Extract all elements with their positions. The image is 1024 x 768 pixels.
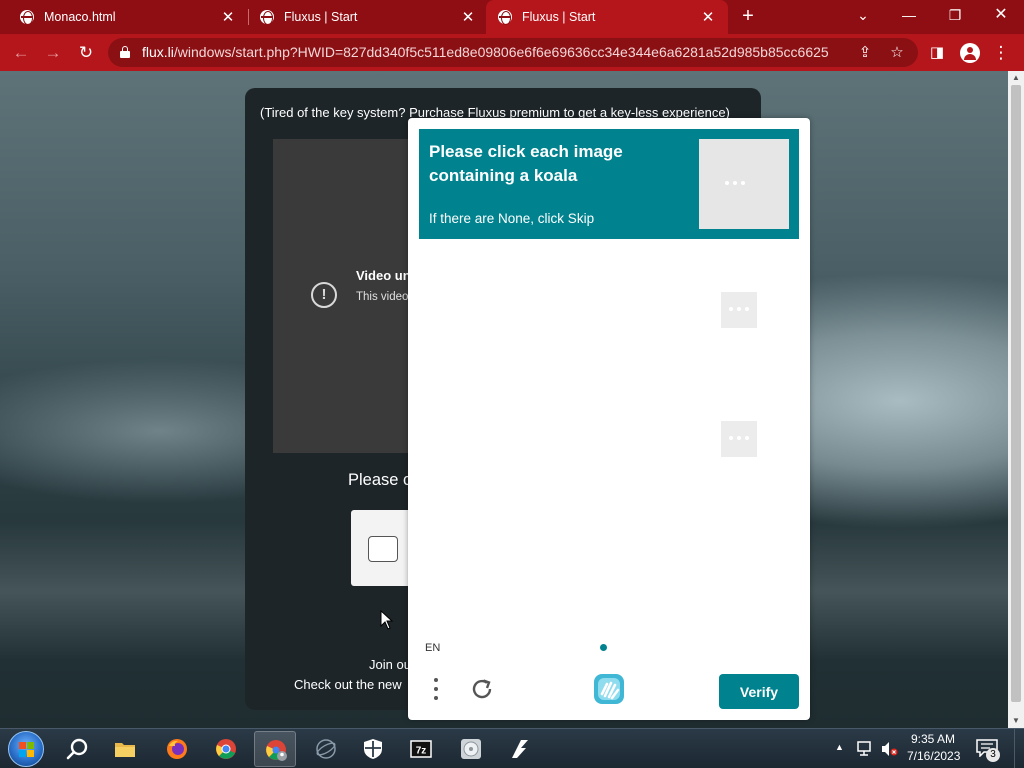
profile-avatar-icon[interactable]	[960, 43, 980, 63]
taskbar-security[interactable]	[352, 731, 394, 767]
chrome-profile-icon	[266, 740, 287, 761]
verify-button[interactable]: Verify	[719, 674, 799, 709]
tab-search-chevron-icon[interactable]: ⌄	[840, 0, 886, 34]
tab-close-icon[interactable]: ✕	[218, 8, 238, 26]
new-tab-button[interactable]: +	[738, 6, 758, 26]
url-text[interactable]: flux.li/windows/start.php?HWID=827dd340f…	[142, 44, 829, 60]
tab-fluxus-start-1[interactable]: Fluxus | Start ✕	[240, 0, 488, 34]
image-tile-loading[interactable]	[721, 292, 757, 328]
fluxus-icon	[512, 740, 528, 758]
taskbar-chrome-profile[interactable]	[254, 731, 296, 767]
close-window-button[interactable]: ✕	[978, 0, 1024, 34]
disc-icon	[461, 739, 481, 759]
url-host: flux.li	[142, 44, 174, 60]
tab-title: Fluxus | Start	[284, 10, 358, 24]
tab-monaco[interactable]: Monaco.html ✕	[0, 0, 248, 34]
start-button[interactable]	[8, 731, 44, 767]
bookmark-star-icon[interactable]: ☆	[887, 43, 907, 63]
taskbar-sphere-app[interactable]	[305, 731, 347, 767]
scrollbar-thumb[interactable]	[1011, 85, 1021, 702]
loading-dots-icon	[729, 307, 749, 313]
language-selector[interactable]: EN	[425, 642, 440, 654]
globe-icon	[498, 10, 512, 25]
7zip-icon: 7z	[410, 740, 432, 758]
reload-icon[interactable]: ↻	[75, 42, 97, 64]
loading-dots-icon	[729, 436, 749, 442]
address-bar[interactable]: flux.li/windows/start.php?HWID=827dd340f…	[108, 38, 918, 67]
page-viewport: (Tired of the key system? Purchase Fluxu…	[0, 71, 1008, 728]
folder-icon	[115, 743, 135, 757]
tab-close-icon[interactable]: ✕	[698, 8, 718, 26]
video-unavailable-subtitle: This video associate	[356, 291, 416, 303]
captcha-prompt: Please click each image containing a koa…	[419, 129, 799, 239]
forward-arrow-icon[interactable]: →	[42, 42, 64, 64]
captcha-checkbox-widget[interactable]	[351, 510, 411, 586]
taskbar-chrome[interactable]	[205, 731, 247, 767]
shield-icon	[364, 739, 382, 759]
captcha-prompt-text: Please click each image containing a koa…	[429, 142, 623, 185]
side-panel-icon[interactable]: ◨	[926, 42, 948, 64]
search-icon[interactable]	[66, 737, 90, 761]
loading-dots-icon	[725, 181, 745, 187]
globe-icon	[20, 10, 34, 25]
refresh-challenge-icon[interactable]	[468, 675, 496, 703]
alert-circle-icon: !	[311, 282, 337, 308]
clock-time[interactable]: 9:35 AM	[911, 732, 955, 746]
network-icon[interactable]	[856, 741, 874, 757]
accessibility-hand-icon[interactable]	[592, 672, 626, 706]
firefox-icon	[167, 739, 187, 759]
show-desktop-button[interactable]	[1014, 729, 1024, 768]
please-complete-text: Please c	[348, 471, 412, 489]
svg-text:7z: 7z	[416, 746, 427, 757]
url-path: /windows/start.php?HWID=827dd340f5c511ed…	[173, 44, 829, 60]
sphere-app-icon	[316, 739, 336, 759]
tab-close-icon[interactable]: ✕	[458, 8, 478, 26]
notification-count-badge: 3	[986, 748, 1000, 762]
challenge-page-indicator	[600, 644, 607, 651]
volume-muted-icon[interactable]	[880, 740, 898, 758]
taskbar-fluxus[interactable]	[499, 731, 541, 767]
captcha-challenge-panel: Please click each image containing a koa…	[408, 118, 810, 720]
minimize-button[interactable]: —	[886, 0, 932, 34]
video-unavailable-title: Video un	[356, 268, 411, 283]
join-text: Join ou	[369, 657, 411, 672]
scroll-down-arrow-icon[interactable]: ▼	[1008, 714, 1024, 728]
back-arrow-icon[interactable]: ←	[10, 42, 32, 64]
lock-icon[interactable]	[120, 46, 130, 58]
windows-taskbar: 7z ▲ 9:35 AM 7/16/2023 3	[0, 728, 1024, 768]
kebab-menu-icon[interactable]: ⋮	[990, 42, 1012, 64]
clock-date[interactable]: 7/16/2023	[907, 749, 960, 763]
page-scrollbar[interactable]: ▲ ▼	[1008, 71, 1024, 728]
show-hidden-icons-icon[interactable]: ▲	[835, 742, 844, 752]
taskbar-file-explorer[interactable]	[104, 731, 146, 767]
tab-title: Monaco.html	[44, 10, 116, 24]
restore-button[interactable]: ❐	[932, 0, 978, 34]
scroll-up-arrow-icon[interactable]: ▲	[1008, 71, 1024, 85]
share-icon[interactable]: ⇪	[855, 43, 875, 63]
image-tile-loading[interactable]	[721, 421, 757, 457]
captcha-checkbox[interactable]	[368, 536, 398, 562]
menu-dots-icon[interactable]	[434, 678, 438, 700]
mouse-pointer-icon	[380, 610, 394, 630]
globe-icon	[260, 10, 274, 25]
example-image-loading	[699, 139, 789, 229]
tab-strip: Monaco.html ✕ Fluxus | Start ✕ Fluxus | …	[0, 0, 1024, 34]
tab-fluxus-start-active[interactable]: Fluxus | Start ✕	[486, 0, 728, 34]
taskbar-firefox[interactable]	[156, 731, 198, 767]
taskbar-disc-app[interactable]	[450, 731, 492, 767]
tab-title: Fluxus | Start	[522, 10, 596, 24]
chrome-icon	[216, 739, 236, 759]
checkout-text: Check out the new	[294, 677, 402, 692]
captcha-prompt-subtext: If there are None, click Skip	[429, 211, 595, 226]
browser-toolbar: ← → ↻ flux.li/windows/start.php?HWID=827…	[0, 34, 1024, 71]
taskbar-7zip[interactable]: 7z	[400, 731, 442, 767]
